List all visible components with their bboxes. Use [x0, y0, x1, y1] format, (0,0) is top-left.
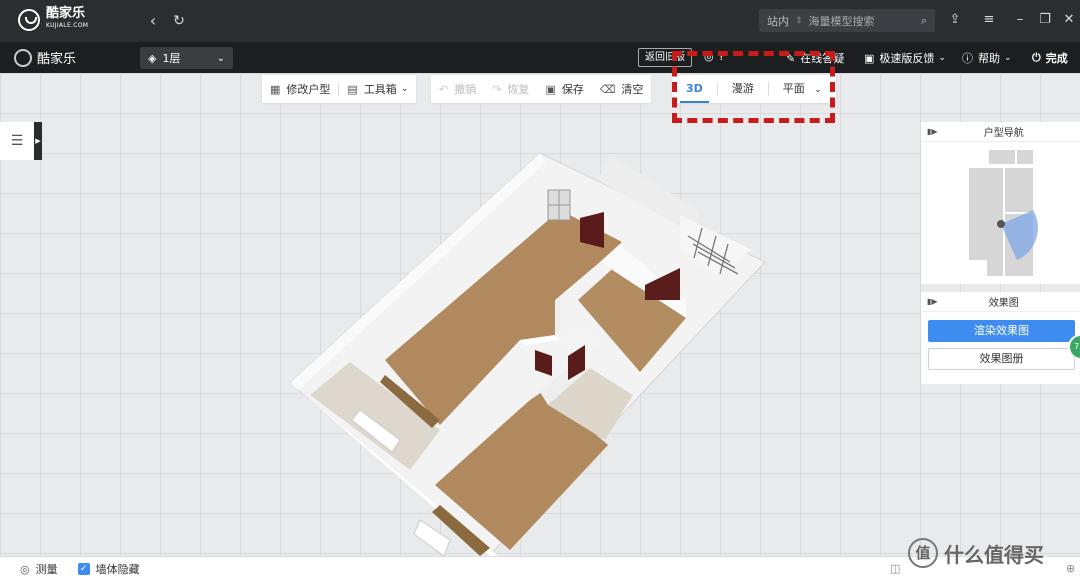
title-bar: 酷家乐 KUJIALE.COM ‹ ↻ 站内 ⇕ 海量模型搜索 ⌕ ⇪ ≡ – … [0, 0, 1080, 42]
app-logo: 酷家乐 KUJIALE.COM [18, 6, 89, 32]
brand-logo-icon [14, 48, 32, 67]
camera-icon[interactable]: ◫ [890, 562, 900, 575]
menu-icon[interactable]: ≡ [980, 11, 998, 29]
checkbox-checked-icon[interactable]: ✓ [77, 563, 90, 575]
layers-icon: ◈ [148, 51, 157, 65]
panel-title: 户型导航 [983, 128, 1024, 139]
search-input[interactable]: 海量模型搜索 [809, 13, 921, 29]
render-button[interactable]: 渲染效果图 [928, 320, 1075, 342]
undo-label: 撤销 [454, 83, 477, 96]
refresh-icon[interactable]: ↻ [168, 10, 190, 32]
floor-label: 1层 [162, 52, 181, 65]
clear-button[interactable]: ⌫ 清空 [592, 75, 652, 103]
history-tools-group: ↶ 撤销 ↷ 恢复 ▣ 保存 ⌫ 清空 [431, 75, 652, 103]
logo-text: 酷家乐 [46, 6, 86, 21]
door [580, 212, 604, 248]
edit-floorplan-label: 修改户型 [286, 83, 331, 96]
list-menu-button[interactable]: ☰ [0, 122, 34, 160]
chevron-down-icon: ⌄ [1004, 53, 1012, 63]
feedback-icon: ▣ [864, 51, 875, 65]
undo-button[interactable]: ↶ 撤销 [431, 75, 484, 103]
list-icon: ☰ [10, 133, 24, 149]
chevron-down-icon: ⌄ [216, 52, 225, 64]
watermark-logo-icon: 值 [908, 538, 938, 568]
save-label: 保存 [561, 83, 584, 96]
collapse-icon[interactable]: ▮▶ [927, 127, 938, 136]
redo-button[interactable]: ↷ 恢复 [484, 75, 537, 103]
hide-walls-label: 墙体隐藏 [95, 563, 140, 576]
logo-icon [18, 9, 40, 31]
help-label: 帮助 [978, 52, 1000, 65]
watermark: 值 什么值得买 [908, 538, 1044, 568]
album-button[interactable]: 效果图册 [928, 348, 1075, 370]
floor-selector[interactable]: ◈ 1层 ⌄ [140, 47, 233, 69]
logo-subtext: KUJIALE.COM [46, 22, 89, 29]
help-icon: ⓘ [962, 52, 973, 65]
save-button[interactable]: ▣ 保存 [537, 75, 591, 103]
minimize-icon[interactable]: – [1011, 11, 1029, 29]
undo-icon: ↶ [439, 82, 449, 96]
floorplan-nav-panel: ▮▶ 户型导航 [921, 122, 1080, 284]
panel-header: ▮▶ 户型导航 [921, 122, 1080, 142]
edit-floorplan-button[interactable]: ▦ 修改户型 [262, 75, 338, 103]
expand-handle[interactable]: ▶ [34, 122, 42, 160]
search-icon[interactable]: ⌕ [921, 14, 927, 28]
feedback-label: 极速版反馈 [879, 52, 935, 65]
done-label: 完成 [1045, 52, 1068, 65]
chevron-down-icon: ⌄ [938, 53, 946, 63]
floorplan-3d-render [289, 152, 766, 556]
zoom-in-icon[interactable]: ⊕ [1066, 562, 1075, 575]
panel-header: ▮▶ 效果图 [921, 292, 1080, 312]
panel-title: 效果图 [988, 298, 1019, 309]
chevron-down-icon: ⌄ [400, 84, 409, 94]
eraser-icon: ⌫ [599, 82, 616, 96]
brand-text: 酷家乐 [37, 52, 77, 67]
clear-label: 清空 [621, 83, 644, 96]
render-panel: ▮▶ 效果图 渲染效果图 效果图册 [921, 292, 1080, 384]
redo-label: 恢复 [507, 83, 530, 96]
edit-tools-group: ▦ 修改户型 ▤ 工具箱 ⌄ [262, 75, 417, 103]
toolbox-icon: ▤ [347, 82, 358, 96]
back-arrow-icon[interactable]: ‹ [142, 10, 164, 32]
hide-walls-toggle[interactable]: ✓ 墙体隐藏 [77, 561, 140, 577]
scope-toggle-icon[interactable]: ⇕ [795, 16, 803, 26]
maximize-icon[interactable]: ❐ [1036, 11, 1054, 29]
brand: 酷家乐 [14, 48, 76, 67]
close-icon[interactable]: ✕ [1060, 11, 1078, 29]
save-icon: ▣ [545, 82, 556, 96]
floorplan-icon: ▦ [270, 82, 281, 96]
measure-tool[interactable]: ◎ 测量 [20, 561, 58, 577]
search-box[interactable]: 站内 ⇕ 海量模型搜索 ⌕ [759, 9, 935, 32]
help-button[interactable]: ⓘ 帮助 ⌄ [962, 50, 1012, 66]
measure-icon: ◎ [20, 562, 30, 576]
highlight-annotation [672, 51, 835, 123]
redo-icon: ↷ [492, 82, 502, 96]
feedback-button[interactable]: ▣ 极速版反馈 ⌄ [864, 50, 946, 66]
3d-viewport[interactable] [0, 73, 1080, 556]
main-toolbar: 酷家乐 ◈ 1层 ⌄ 返回旧版 ◎ ? ✎ 在线答疑 ▣ 极速版反馈 ⌄ ⓘ 帮… [0, 42, 1080, 73]
minimap[interactable] [921, 142, 1080, 284]
search-scope[interactable]: 站内 [767, 13, 789, 29]
measure-label: 测量 [35, 563, 58, 576]
watermark-text: 什么值得买 [944, 542, 1044, 567]
done-button[interactable]: ⏻ 完成 [1032, 50, 1068, 66]
toolbox-button[interactable]: ▤ 工具箱 ⌄ [339, 75, 416, 103]
toolbox-label: 工具箱 [363, 83, 397, 96]
collapse-icon[interactable]: ▮▶ [927, 297, 938, 306]
power-icon: ⏻ [1032, 51, 1041, 64]
upload-cloud-icon[interactable]: ⇪ [946, 11, 964, 29]
